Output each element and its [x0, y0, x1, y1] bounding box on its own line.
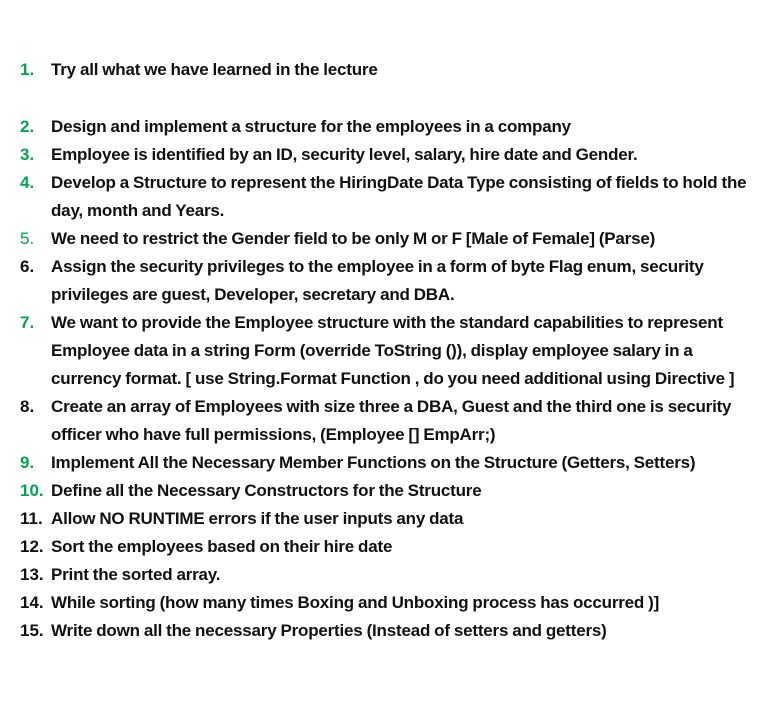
item-text: Employee is identified by an ID, securit…: [51, 145, 638, 164]
item-text: We want to provide the Employee structur…: [51, 313, 735, 388]
list-item-8: 8. Create an array of Employees with siz…: [20, 393, 755, 449]
item-text: Sort the employees based on their hire d…: [51, 537, 393, 556]
item-number: 12.: [20, 537, 44, 556]
item-text: We need to restrict the Gender field to …: [51, 229, 656, 248]
item-number: 15.: [20, 621, 44, 640]
item-number: 5.: [20, 229, 35, 248]
task-list: 1. Try all what we have learned in the l…: [20, 56, 755, 645]
list-item-7: 7. We want to provide the Employee struc…: [20, 309, 755, 393]
list-item-13: 13. Print the sorted array.: [20, 561, 755, 589]
list-item-3: 3. Employee is identified by an ID, secu…: [20, 141, 755, 169]
item-number: 10.: [20, 481, 44, 500]
item-text: Assign the security privileges to the em…: [51, 257, 704, 304]
item-number: 13.: [20, 565, 44, 584]
item-text: Implement All the Necessary Member Funct…: [51, 453, 696, 472]
item-number: 1.: [20, 60, 35, 79]
item-number: 8.: [20, 397, 35, 416]
list-item-5: 5. We need to restrict the Gender field …: [20, 225, 755, 253]
list-item-14: 14. While sorting (how many times Boxing…: [20, 589, 755, 617]
item-number: 3.: [20, 145, 35, 164]
item-number: 9.: [20, 453, 35, 472]
item-text: Write down all the necessary Properties …: [51, 621, 607, 640]
list-item-12: 12. Sort the employees based on their hi…: [20, 533, 755, 561]
item-text: While sorting (how many times Boxing and…: [51, 593, 660, 612]
list-item-9: 9. Implement All the Necessary Member Fu…: [20, 449, 755, 477]
list-item-15: 15. Write down all the necessary Propert…: [20, 617, 755, 645]
list-item-4: 4. Develop a Structure to represent the …: [20, 169, 755, 225]
list-item-1: 1. Try all what we have learned in the l…: [20, 56, 755, 84]
item-text: Create an array of Employees with size t…: [51, 397, 732, 444]
item-number: 6.: [20, 257, 35, 276]
item-number: 14.: [20, 593, 44, 612]
item-number: 4.: [20, 173, 35, 192]
item-number: 7.: [20, 313, 35, 332]
list-item-2: 2. Design and implement a structure for …: [20, 113, 755, 141]
list-item-6: 6. Assign the security privileges to the…: [20, 253, 755, 309]
item-text: Print the sorted array.: [51, 565, 221, 584]
item-text: Develop a Structure to represent the Hir…: [51, 173, 747, 220]
item-text: Design and implement a structure for the…: [51, 117, 571, 136]
item-number: 2.: [20, 117, 35, 136]
item-text: Try all what we have learned in the lect…: [51, 60, 378, 79]
item-number: 11.: [20, 509, 43, 528]
list-item-11: 11. Allow NO RUNTIME errors if the user …: [20, 505, 755, 533]
item-text: Allow NO RUNTIME errors if the user inpu…: [51, 509, 464, 528]
item-text: Define all the Necessary Constructors fo…: [51, 481, 482, 500]
list-item-10: 10. Define all the Necessary Constructor…: [20, 477, 755, 505]
